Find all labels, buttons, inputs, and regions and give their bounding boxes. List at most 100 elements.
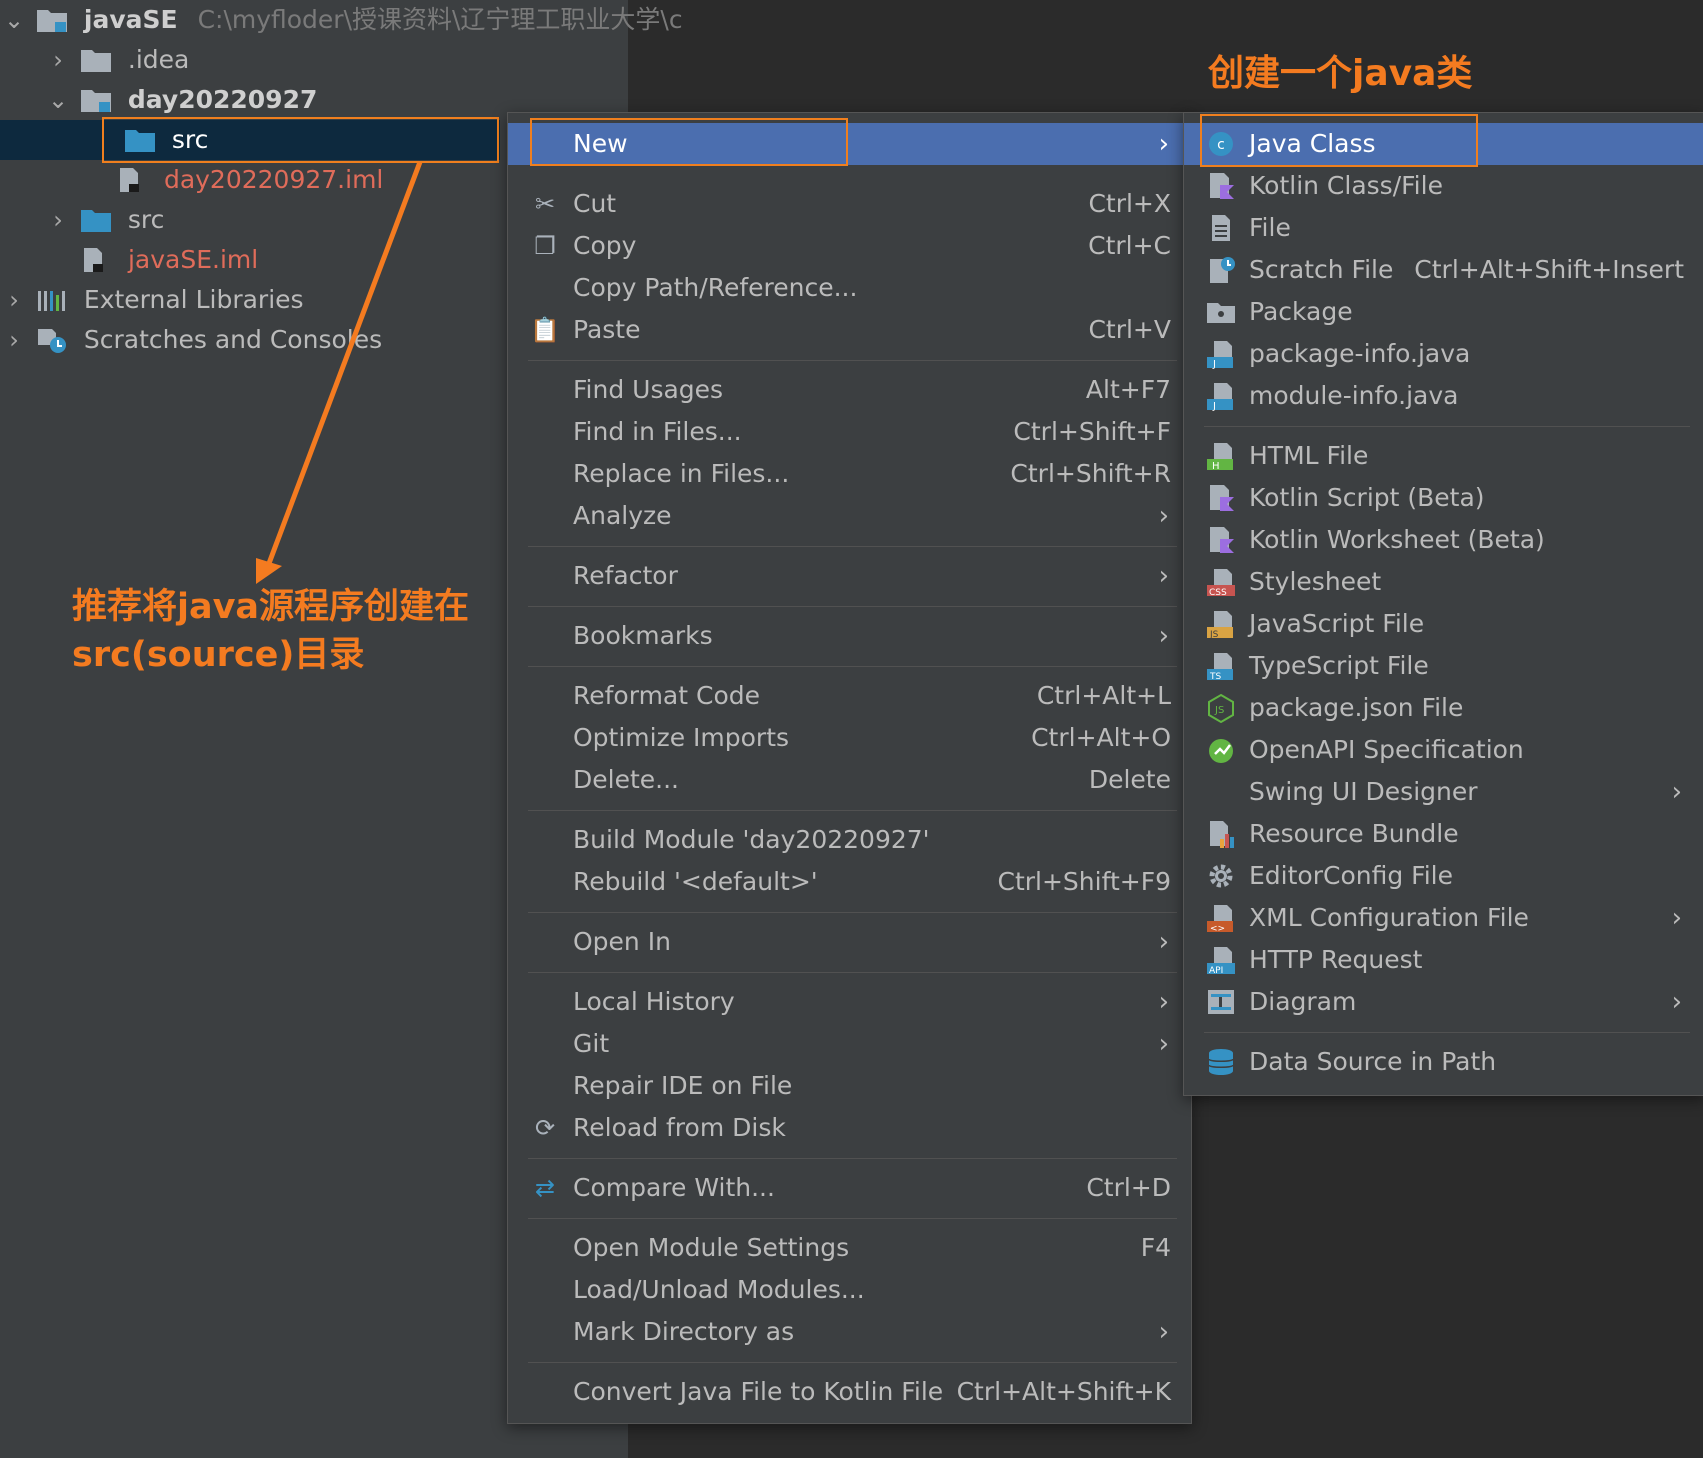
submenu-item-http-request[interactable]: API HTTP Request <box>1184 939 1703 981</box>
tree-item-external-libraries[interactable]: › External Libraries <box>0 280 304 320</box>
reload-icon: ⟳ <box>534 1114 556 1142</box>
shortcut: Alt+F7 <box>1085 375 1171 404</box>
chevron-right-icon: › <box>1671 987 1682 1017</box>
menu-item-mark-directory-as[interactable]: Mark Directory as › <box>508 1311 1191 1353</box>
menu-item-copy[interactable]: ❐ Copy Ctrl+C <box>508 225 1191 267</box>
menu-item-compare-with[interactable]: ⇄ Compare With... Ctrl+D <box>508 1167 1191 1209</box>
npm-hexagon-icon: JS <box>1206 693 1236 724</box>
menu-item-convert-to-kotlin[interactable]: Convert Java File to Kotlin File Ctrl+Al… <box>508 1371 1191 1413</box>
menu-item-reload-from-disk[interactable]: ⟳ Reload from Disk <box>508 1107 1191 1149</box>
kotlin-worksheet-icon <box>1206 525 1236 555</box>
menu-item-build-module[interactable]: Build Module 'day20220927' <box>508 819 1191 861</box>
submenu-item-kotlin-class[interactable]: Kotlin Class/File <box>1184 165 1703 207</box>
menu-item-open-in[interactable]: Open In › <box>508 921 1191 963</box>
menu-item-find-in-files[interactable]: Find in Files... Ctrl+Shift+F <box>508 411 1191 453</box>
shortcut: Ctrl+Shift+F9 <box>997 867 1172 896</box>
resource-bundle-icon <box>1206 819 1236 849</box>
menu-item-label: Build Module 'day20220927' <box>573 825 930 854</box>
menu-item-label: EditorConfig File <box>1249 861 1453 890</box>
submenu-item-editorconfig[interactable]: EditorConfig File <box>1184 855 1703 897</box>
menu-item-label: HTML File <box>1249 441 1369 470</box>
menu-item-local-history[interactable]: Local History › <box>508 981 1191 1023</box>
menu-item-repair-ide[interactable]: Repair IDE on File <box>508 1065 1191 1107</box>
submenu-item-kotlin-script[interactable]: Kotlin Script (Beta) <box>1184 477 1703 519</box>
submenu-item-stylesheet[interactable]: CSS Stylesheet <box>1184 561 1703 603</box>
submenu-item-openapi[interactable]: OpenAPI Specification <box>1184 729 1703 771</box>
package-folder-icon <box>1206 297 1236 327</box>
menu-item-find-usages[interactable]: Find Usages Alt+F7 <box>508 369 1191 411</box>
tree-item-src[interactable]: › src <box>44 200 164 240</box>
submenu-item-resource-bundle[interactable]: Resource Bundle <box>1184 813 1703 855</box>
menu-item-load-unload-modules[interactable]: Load/Unload Modules... <box>508 1269 1191 1311</box>
menu-item-label: Rebuild '<default>' <box>573 867 818 896</box>
tree-item-project-iml[interactable]: javaSE.iml <box>80 240 258 280</box>
shortcut: Ctrl+Shift+R <box>1010 459 1171 488</box>
menu-item-delete[interactable]: Delete... Delete <box>508 759 1191 801</box>
svg-text:CSS: CSS <box>1209 588 1227 597</box>
shortcut: Ctrl+Alt+L <box>1036 681 1171 710</box>
submenu-item-typescript-file[interactable]: TS TypeScript File <box>1184 645 1703 687</box>
menu-item-label: OpenAPI Specification <box>1249 735 1524 764</box>
source-folder-icon <box>80 205 116 233</box>
tree-item-idea[interactable]: › .idea <box>44 40 189 80</box>
svg-text:API: API <box>1209 966 1223 975</box>
submenu-item-module-info[interactable]: J module-info.java <box>1184 375 1703 417</box>
submenu-item-package-info[interactable]: J package-info.java <box>1184 333 1703 375</box>
chevron-right-icon[interactable]: › <box>44 200 72 240</box>
annotation-line-1: 推荐将java源程序创建在 <box>72 587 470 627</box>
menu-item-git[interactable]: Git › <box>508 1023 1191 1065</box>
svg-text:J: J <box>1212 401 1216 411</box>
menu-item-open-module-settings[interactable]: Open Module Settings F4 <box>508 1227 1191 1269</box>
menu-item-label: Git <box>573 1029 610 1058</box>
menu-item-label: Diagram <box>1249 987 1357 1016</box>
chevron-right-icon[interactable]: › <box>0 320 28 360</box>
submenu-item-package[interactable]: Package <box>1184 291 1703 333</box>
menu-item-replace-in-files[interactable]: Replace in Files... Ctrl+Shift+R <box>508 453 1191 495</box>
menu-item-label: package.json File <box>1249 693 1464 722</box>
chevron-right-icon[interactable]: › <box>44 40 72 80</box>
menu-item-label: Bookmarks <box>573 621 713 650</box>
menu-item-label: Analyze <box>573 501 672 530</box>
menu-item-rebuild[interactable]: Rebuild '<default>' Ctrl+Shift+F9 <box>508 861 1191 903</box>
tree-root[interactable]: ⌄ javaSE C:\myfloder\授课资料\辽宁理工职业大学\c <box>0 0 683 40</box>
chevron-right-icon[interactable]: › <box>0 280 28 320</box>
tree-item-module-iml[interactable]: day20220927.iml <box>116 160 383 200</box>
menu-separator <box>528 1218 1177 1219</box>
menu-item-cut[interactable]: ✂ Cut Ctrl+X <box>508 183 1191 225</box>
submenu-item-xml-configuration[interactable]: <> XML Configuration File › <box>1184 897 1703 939</box>
menu-item-label: Kotlin Script (Beta) <box>1249 483 1485 512</box>
submenu-item-file[interactable]: File <box>1184 207 1703 249</box>
tree-item-label: External Libraries <box>83 285 304 314</box>
project-path: C:\myfloder\授课资料\辽宁理工职业大学\c <box>197 5 683 34</box>
menu-separator <box>528 546 1177 547</box>
menu-item-copy-path[interactable]: Copy Path/Reference... <box>508 267 1191 309</box>
chevron-down-icon[interactable]: ⌄ <box>44 80 72 120</box>
submenu-item-diagram[interactable]: Diagram › <box>1184 981 1703 1023</box>
submenu-item-data-source-in-path[interactable]: Data Source in Path <box>1184 1041 1703 1083</box>
tree-item-day20220927[interactable]: ⌄ day20220927 <box>44 80 317 120</box>
menu-separator <box>528 972 1177 973</box>
menu-item-label: Copy <box>573 231 637 260</box>
submenu-item-kotlin-worksheet[interactable]: Kotlin Worksheet (Beta) <box>1184 519 1703 561</box>
chevron-down-icon[interactable]: ⌄ <box>0 0 28 40</box>
submenu-item-html-file[interactable]: H HTML File <box>1184 435 1703 477</box>
menu-item-bookmarks[interactable]: Bookmarks › <box>508 615 1191 657</box>
scissors-icon: ✂ <box>534 190 556 218</box>
submenu-item-package-json[interactable]: JS package.json File <box>1184 687 1703 729</box>
database-icon <box>1206 1047 1236 1077</box>
menu-item-label: Reformat Code <box>573 681 760 710</box>
tree-item-scratches[interactable]: › Scratches and Consoles <box>0 320 382 360</box>
submenu-item-javascript-file[interactable]: JS JavaScript File <box>1184 603 1703 645</box>
menu-item-analyze[interactable]: Analyze › <box>508 495 1191 537</box>
shortcut: Ctrl+Alt+O <box>1031 723 1171 752</box>
menu-separator <box>528 912 1177 913</box>
menu-item-label: Refactor <box>573 561 678 590</box>
menu-item-label: Replace in Files... <box>573 459 790 488</box>
menu-item-reformat-code[interactable]: Reformat Code Ctrl+Alt+L <box>508 675 1191 717</box>
submenu-item-swing-ui-designer[interactable]: Swing UI Designer › <box>1184 771 1703 813</box>
submenu-item-scratch-file[interactable]: Scratch File Ctrl+Alt+Shift+Insert <box>1184 249 1703 291</box>
kotlin-script-icon <box>1206 483 1236 513</box>
menu-item-refactor[interactable]: Refactor › <box>508 555 1191 597</box>
menu-item-paste[interactable]: 📋 Paste Ctrl+V <box>508 309 1191 351</box>
menu-item-optimize-imports[interactable]: Optimize Imports Ctrl+Alt+O <box>508 717 1191 759</box>
